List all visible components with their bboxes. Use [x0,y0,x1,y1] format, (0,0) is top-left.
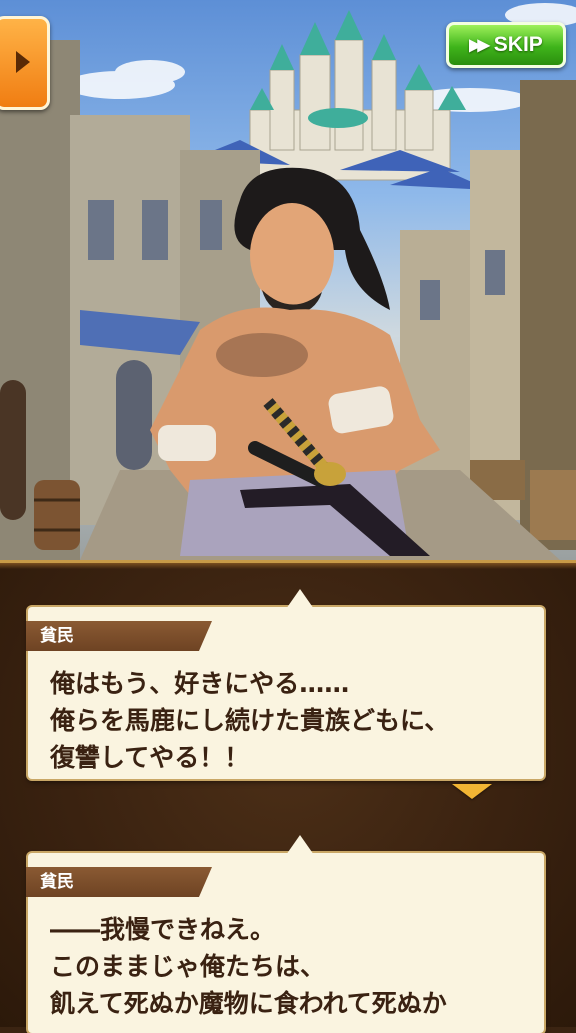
scene-background: ▶▶ SKIP [0,0,576,560]
next-arrow-icon[interactable] [452,784,492,799]
dialogue-text: ――我慢できねえ。 このままじゃ俺たちは、 飢えて死ぬか魔物に食われて死ぬか [50,911,528,1022]
dialogue-box-current[interactable]: 貧民 俺はもう、好きにやる…… 俺らを馬鹿にし続けた貴族どもに、 復讐してやる！… [26,589,544,779]
skip-label: SKIP [493,33,543,56]
dialogue-text: 俺はもう、好きにやる…… 俺らを馬鹿にし続けた貴族どもに、 復讐してやる！！ [50,665,528,776]
dialogue-line: 飢えて死ぬか魔物に食われて死ぬか [50,989,447,1018]
speaker-name-tag: 貧民 [26,621,212,651]
dialogue-line: このままじゃ俺たちは、 [50,952,326,981]
skip-button[interactable]: ▶▶ SKIP [446,22,566,68]
dialogue-line: 俺はもう、好きにやる…… [50,669,350,698]
dialogue-line: 俺らを馬鹿にし続けた貴族どもに、 [50,706,450,735]
speaker-name-tag: 貧民 [26,867,212,897]
town-illustration [0,3,576,560]
dialogue-line: ――我慢できねえ。 [50,915,276,944]
fast-forward-icon: ▶▶ [469,37,490,54]
side-menu-tab[interactable] [0,16,50,110]
dialogue-line: 復讐してやる！！ [50,743,250,772]
speech-tail [286,835,314,855]
dialogue-box-previous: 貧民 ――我慢できねえ。 このままじゃ俺たちは、 飢えて死ぬか魔物に食われて死ぬ… [26,835,544,1033]
arrow-right-icon [16,51,30,73]
speech-tail [286,589,314,609]
